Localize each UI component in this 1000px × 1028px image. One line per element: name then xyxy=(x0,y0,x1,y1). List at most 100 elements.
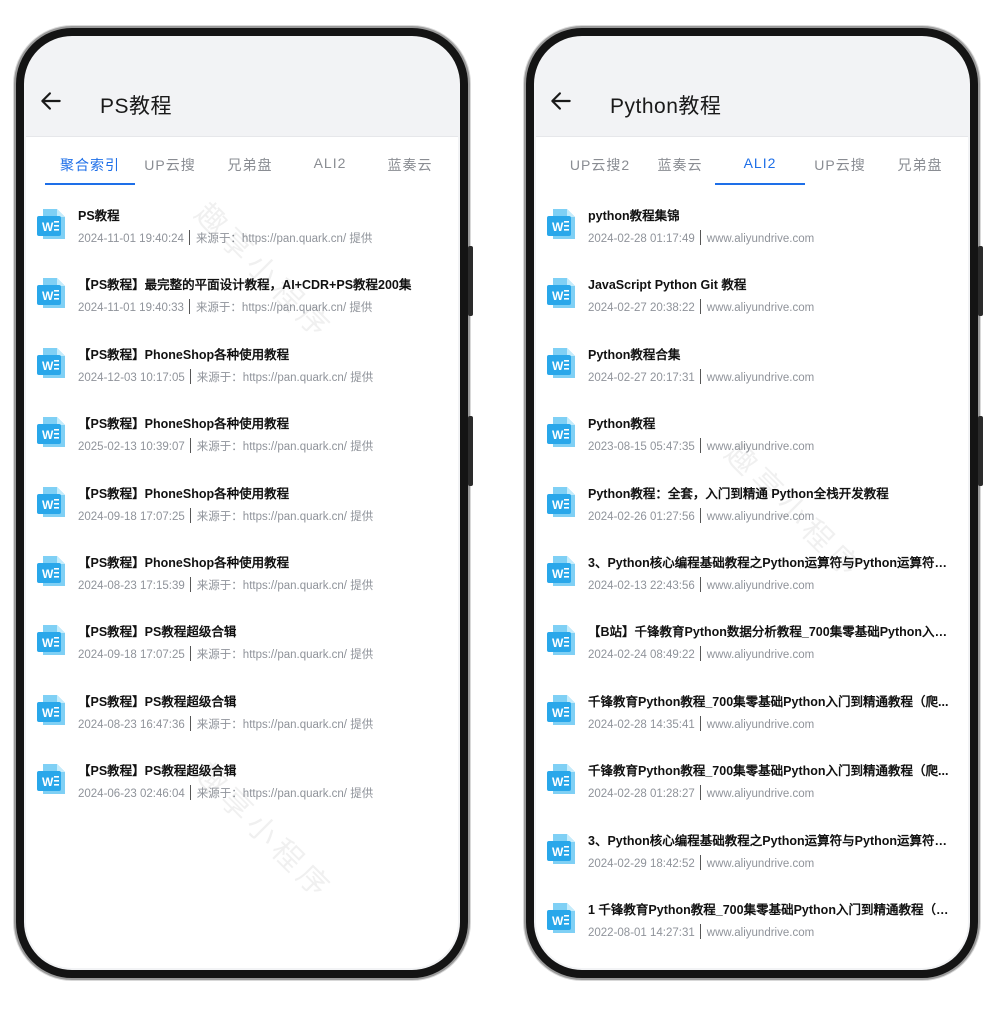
item-source: www.aliyundrive.com xyxy=(706,927,815,939)
tab-bar: 聚合索引 UP云搜 兄弟盘 ALI2 蓝奏云 xyxy=(26,137,458,185)
app-header: PS教程 xyxy=(26,38,458,137)
list-item[interactable]: Wpython教程集锦 xyxy=(536,951,968,968)
item-title: Python教程 xyxy=(588,417,656,432)
item-date: 2024-02-13 22:43:56 xyxy=(588,580,695,592)
app-header: Python教程 xyxy=(536,38,968,137)
item-meta: 2024-02-27 20:38:22 www.aliyundrive.com xyxy=(588,299,815,315)
item-title: 【B站】千锋教育Python数据分析教程_700集零基础Python入门... xyxy=(588,625,954,640)
word-doc-icon: W xyxy=(544,553,580,589)
divider xyxy=(699,299,701,315)
divider xyxy=(699,785,701,801)
list-item[interactable]: W 千锋教育Python教程_700集零基础Python入门到精通教程（爬... 2… xyxy=(536,674,968,743)
svg-text:W: W xyxy=(552,636,564,650)
item-date: 2024-08-23 17:15:39 xyxy=(78,580,185,592)
item-source: www.aliyundrive.com xyxy=(706,510,815,523)
item-title: 【PS教程】PS教程超级合辑 xyxy=(78,625,237,640)
svg-text:W: W xyxy=(42,706,54,720)
word-doc-icon: W xyxy=(34,206,70,242)
item-date: 2024-02-28 14:35:41 xyxy=(588,718,695,731)
item-source: 来源于：https://pan.quark.cn/ 提供 xyxy=(195,233,373,245)
tab[interactable]: 聚合索引 xyxy=(50,155,130,175)
arrow-left-icon[interactable] xyxy=(548,88,574,114)
item-source: 来源于：https://pan.quark.cn/ 提供 xyxy=(196,441,374,454)
page-title: PS教程 xyxy=(100,95,173,118)
word-doc-icon: W xyxy=(544,414,580,450)
divider xyxy=(189,368,191,384)
item-title: 【PS教程】PS教程超级合辑 xyxy=(78,694,237,709)
list-item[interactable]: W 千锋教育Python教程_700集零基础Python入门到精通教程（爬... 2… xyxy=(536,743,968,812)
divider xyxy=(699,924,701,939)
tab[interactable]: ALI2 xyxy=(290,155,370,171)
item-source: www.aliyundrive.com xyxy=(706,371,815,384)
list-item[interactable]: W JavaScript Python Git 教程 2024-02-27 20:3… xyxy=(536,257,968,326)
volume-button xyxy=(978,246,983,316)
list-item[interactable]: W 【B站】千锋教育Python数据分析教程_700集零基础Python入门...… xyxy=(536,604,968,673)
phone-right: Python教程 UP云搜2 蓝奏云 ALI2 UP云搜 兄弟盘 Wpython教程集锦… xyxy=(526,28,983,978)
tab[interactable]: 蓝奏云 xyxy=(640,155,720,175)
list-item[interactable]: W 【PS教程】PS教程超级合辑 2024-09-18 17:07:25 来源于：ht… xyxy=(26,604,458,673)
svg-text:W: W xyxy=(552,706,564,720)
svg-text:W: W xyxy=(552,775,564,789)
item-source: www.aliyundrive.com xyxy=(706,233,815,245)
tab[interactable]: 蓝奏云 xyxy=(370,155,450,175)
list-item[interactable]: W Python教程 2023-08-15 05:47:35 www.aliyundr… xyxy=(536,396,968,465)
list-item[interactable]: W 【PS教程】PhoneShop各种使用教程 2024-08-23 17:15:3… xyxy=(26,535,458,604)
list-item[interactable]: W 【PS教程】PS教程超级合辑 2024-06-23 02:46:04 来源于：ht… xyxy=(26,743,458,812)
item-title: 【PS教程】PhoneShop各种使用教程 xyxy=(78,486,290,501)
item-date: 2024-02-27 20:17:31 xyxy=(588,371,695,384)
item-date: 2024-09-18 17:07:25 xyxy=(78,649,185,662)
item-meta: 2024-09-18 17:07:25 来源于：https://pan.quark… xyxy=(78,507,373,524)
item-date: 2024-11-01 19:40:33 xyxy=(78,302,184,315)
item-source: 来源于：https://pan.quark.cn/ 提供 xyxy=(196,718,374,731)
tab-bar: UP云搜2 蓝奏云 ALI2 UP云搜 兄弟盘 xyxy=(536,137,968,185)
svg-text:W: W xyxy=(42,498,54,512)
word-doc-icon: W xyxy=(544,206,580,242)
item-title: 【PS教程】PhoneShop各种使用教程 xyxy=(78,556,290,570)
list-item[interactable]: W Python教程：全套，入门到精通 Python全栈开发教程 2024-02-2… xyxy=(536,466,968,535)
item-date: 2024-11-01 19:40:24 xyxy=(78,233,184,245)
tab[interactable]: UP云搜 xyxy=(800,155,880,175)
item-source: 来源于：https://pan.quark.cn/ 提供 xyxy=(196,788,374,801)
item-source: 来源于：https://pan.quark.cn/ 提供 xyxy=(196,580,374,592)
item-meta: 2025-02-13 10:39:07 来源于：https://pan.quark… xyxy=(78,438,373,454)
svg-text:W: W xyxy=(42,359,54,373)
divider xyxy=(699,715,701,731)
list-item[interactable]: W Python教程合集 2024-02-27 20:17:31 www.aliyun… xyxy=(536,327,968,396)
item-date: 2022-08-01 14:27:31 xyxy=(588,927,695,939)
item-source: www.aliyundrive.com xyxy=(706,580,815,592)
list-item[interactable]: Wpython教程集锦 2024-02-28 01:17:49 www.aliyun… xyxy=(536,188,968,257)
item-title: python教程集锦 xyxy=(588,209,680,223)
arrow-left-icon[interactable] xyxy=(38,88,64,114)
list-item[interactable]: W 【PS教程】PhoneShop各种使用教程 2024-12-03 10:17:0… xyxy=(26,327,458,396)
tab[interactable]: 兄弟盘 xyxy=(210,155,290,175)
divider xyxy=(699,854,701,870)
item-date: 2024-02-28 01:17:49 xyxy=(588,233,695,245)
svg-text:W: W xyxy=(552,359,564,373)
tab[interactable]: UP云搜 xyxy=(130,155,210,175)
item-source: www.aliyundrive.com xyxy=(706,302,815,315)
item-title: 1 千锋教育Python教程_700集零基础Python入门到精通教程（爬... xyxy=(588,903,954,917)
list-item[interactable]: W 1 千锋教育Python教程_700集零基础Python入门到精通教程（爬..… xyxy=(536,882,968,951)
tab[interactable]: ALI2 xyxy=(720,155,800,171)
word-doc-icon: W xyxy=(544,761,580,797)
list-item[interactable]: W 【PS教程】最完整的平面设计教程，AI+CDR+PS教程200集 2024-11… xyxy=(26,257,458,326)
list-item[interactable]: W 【PS教程】PhoneShop各种使用教程 2025-02-13 10:39:0… xyxy=(26,396,458,465)
item-title: 【PS教程】PS教程超级合辑 xyxy=(78,764,237,779)
item-meta: 2024-11-01 19:40:24 来源于：https://pan.quark… xyxy=(78,230,372,246)
divider xyxy=(189,507,191,523)
divider xyxy=(189,785,191,801)
svg-text:W: W xyxy=(42,567,54,581)
svg-text:W: W xyxy=(552,567,564,581)
list-item[interactable]: W PS教程 2024-11-01 19:40:24 来源于：https://pan.… xyxy=(26,188,458,257)
item-title: 千锋教育Python教程_700集零基础Python入门到精通教程（爬... xyxy=(588,764,949,779)
list-item[interactable]: W 【PS教程】PS教程超级合辑 2024-08-23 16:47:36 来源于：ht… xyxy=(26,674,458,743)
list-item[interactable]: W 3、Python核心编程基础教程之Python运算符与Python运算符优..… xyxy=(536,813,968,882)
item-meta: 2023-08-15 05:47:35 www.aliyundrive.com xyxy=(588,438,814,454)
tab[interactable]: UP云搜2 xyxy=(560,155,640,175)
item-title: 3、Python核心编程基础教程之Python运算符与Python运算符优... xyxy=(588,556,954,570)
screen: Python教程 UP云搜2 蓝奏云 ALI2 UP云搜 兄弟盘 Wpython教程集锦… xyxy=(536,38,968,968)
item-title: Python教程：全套，入门到精通 Python全栈开发教程 xyxy=(588,486,889,501)
list-item[interactable]: W 3、Python核心编程基础教程之Python运算符与Python运算符优..… xyxy=(536,535,968,604)
tab[interactable]: 兄弟盘 xyxy=(880,155,960,175)
list-item[interactable]: W 【PS教程】PhoneShop各种使用教程 2024-09-18 17:07:2… xyxy=(26,466,458,535)
